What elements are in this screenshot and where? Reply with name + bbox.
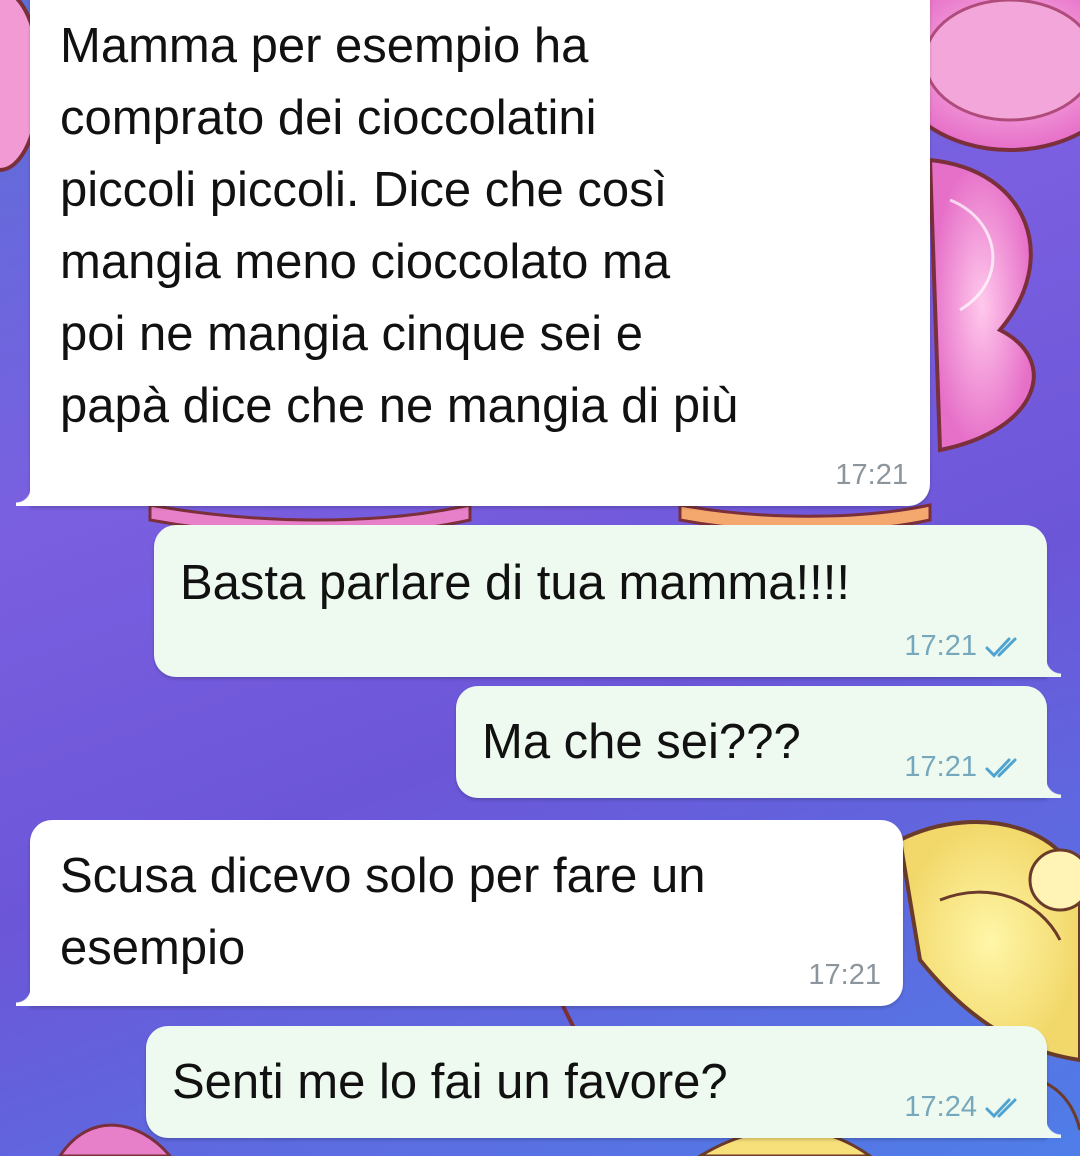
message-bubble-incoming[interactable]: Scusa dicevo solo per fare un esempio 17… — [16, 820, 903, 1006]
message-meta: 17:21 — [808, 959, 881, 992]
message-bubble-outgoing[interactable]: Ma che sei??? 17:21 — [456, 686, 1061, 798]
double-check-icon — [985, 1098, 1017, 1118]
message-time: 17:21 — [835, 459, 908, 491]
message-bubble-outgoing[interactable]: Basta parlare di tua mamma!!!! 17:21 — [154, 525, 1061, 677]
message-meta: 17:21 — [904, 751, 1025, 784]
message-text: Ma che sei??? — [482, 715, 801, 769]
message-text: Basta parlare di tua mamma!!!! — [180, 556, 850, 610]
message-text: Senti me lo fai un favore? — [172, 1055, 728, 1109]
message-text: Scusa dicevo solo per fare un esempio — [60, 849, 706, 975]
message-meta: 17:21 — [904, 630, 1025, 663]
message-bubble-incoming[interactable]: Mamma per esempio ha comprato dei ciocco… — [16, 0, 930, 506]
double-check-icon — [985, 637, 1017, 657]
message-time: 17:21 — [808, 959, 881, 991]
double-check-icon — [985, 758, 1017, 778]
message-meta: 17:21 — [835, 459, 908, 492]
message-time: 17:24 — [904, 1091, 977, 1123]
message-time: 17:21 — [904, 751, 977, 783]
message-text: Mamma per esempio ha comprato dei ciocco… — [60, 19, 739, 433]
message-bubble-outgoing[interactable]: Senti me lo fai un favore? 17:24 — [146, 1026, 1061, 1138]
message-meta: 17:24 — [904, 1091, 1025, 1124]
message-time: 17:21 — [904, 630, 977, 662]
